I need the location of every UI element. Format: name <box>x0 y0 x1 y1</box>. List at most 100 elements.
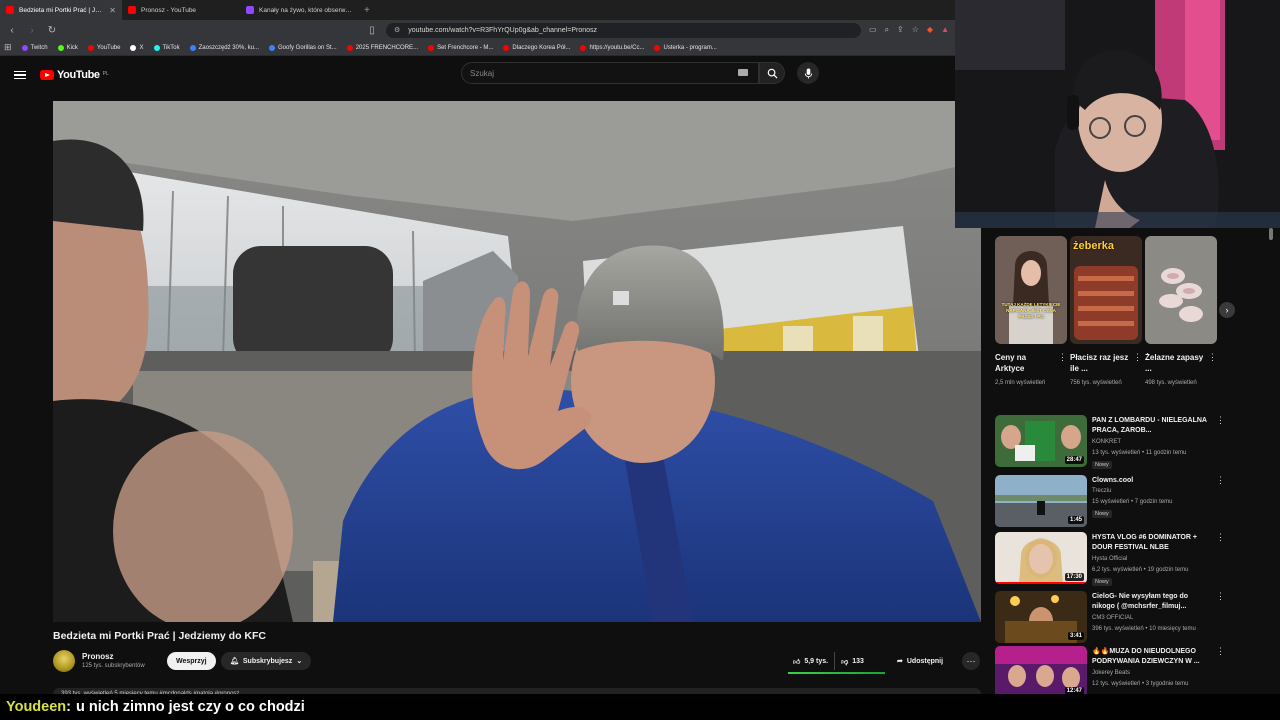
bookmark-item[interactable]: Set Frenchcore - M... <box>428 44 493 51</box>
channel-name[interactable]: Trecziu <box>1092 488 1111 494</box>
share-icon[interactable]: ⇪ <box>897 25 904 35</box>
video-title[interactable]: CieloG- Nie wysyłam tego do nikogo ( @mc… <box>1092 592 1210 612</box>
short-thumbnail[interactable]: TUTAJ KAŻDE LETYKIECIE NAPISANA JEST CEN… <box>995 236 1067 344</box>
recommended-video[interactable]: 17:30 HYSTA VLOG #6 DOMINATOR + DOUR FES… <box>995 532 1225 588</box>
search-input[interactable]: Szukaj <box>461 62 759 84</box>
youtube-logo[interactable]: YouTube PL <box>40 69 109 81</box>
short-card[interactable]: Żelazne zapasy ... 498 tys. wyświetleń ⋮ <box>1145 236 1217 386</box>
video-meta: 15 wyświetleń • 7 godzin temu <box>1092 499 1173 505</box>
reload-icon[interactable]: ↻ <box>46 25 58 36</box>
hamburger-menu-icon[interactable] <box>14 70 26 80</box>
address-bar[interactable]: ⚙ youtube.com/watch?v=R3FhYrQUp0g&ab_cha… <box>386 22 861 38</box>
apps-grid-icon[interactable]: ⊞ <box>4 42 12 53</box>
channel-avatar[interactable] <box>53 650 75 672</box>
dislike-button[interactable]: 👎︎ 133 <box>835 652 870 670</box>
video-title[interactable]: Clowns.cool <box>1092 476 1210 486</box>
voice-search-button[interactable] <box>797 62 819 84</box>
short-card[interactable]: żeberka Płacisz raz jesz ile ... 756 tys… <box>1070 236 1142 386</box>
brave-shield-icon[interactable]: ◆ <box>927 25 933 35</box>
more-options-icon[interactable]: ⋮ <box>1216 532 1225 543</box>
recommended-video[interactable]: 3:41 CieloG- Nie wysyłam tego do nikogo … <box>995 591 1225 647</box>
new-badge: Nowy <box>1092 578 1112 586</box>
short-thumbnail[interactable]: żeberka <box>1070 236 1142 344</box>
video-title[interactable]: HYSTA VLOG #6 DOMINATOR + DOUR FESTIVAL … <box>1092 533 1210 553</box>
bookmark-youtube[interactable]: YouTube <box>87 44 120 51</box>
short-title[interactable]: Płacisz raz jesz ile ... <box>1070 352 1132 374</box>
bookmark-item[interactable]: Usterka - program... <box>654 44 717 51</box>
search-button[interactable] <box>759 62 785 84</box>
bookmark-icon[interactable]: ▯ <box>366 25 378 36</box>
recommended-video[interactable]: 28:47 PAN Z LOMBARDU - NIELEGALNA PRACA,… <box>995 415 1225 471</box>
forward-arrow-icon[interactable]: › <box>26 25 38 36</box>
video-player[interactable] <box>53 101 981 622</box>
cast-icon[interactable]: ▭ <box>869 25 877 35</box>
tab-pronosz[interactable]: Pronosz - YouTube <box>122 0 240 20</box>
short-title[interactable]: Żelazne zapasy ... <box>1145 352 1207 374</box>
more-options-icon[interactable]: ⋮ <box>1058 352 1067 363</box>
bookmark-kick[interactable]: Kick <box>57 44 78 51</box>
star-icon[interactable]: ☆ <box>912 25 919 35</box>
tab-active[interactable]: Bedzieta mi Portki Prać | Jedzi... ✕ <box>0 0 122 20</box>
video-duration: 3:41 <box>1067 632 1084 640</box>
short-title[interactable]: Ceny na Arktyce <box>995 352 1057 374</box>
bookmark-x[interactable]: X <box>130 44 144 51</box>
address-toolbar: ‹ › ↻ ▯ ⚙ youtube.com/watch?v=R3FhYrQUp0… <box>0 20 955 40</box>
bookmark-item[interactable]: Goofy Gorillas on St... <box>269 44 337 51</box>
bookmark-twitch[interactable]: Twitch <box>21 44 48 51</box>
like-button[interactable]: 👍︎ 5,9 tys. <box>787 652 836 670</box>
video-thumbnail[interactable]: 12:47 <box>995 646 1087 698</box>
bookmark-tiktok[interactable]: TikTok <box>153 44 180 51</box>
subscribed-button[interactable]: 🔔︎ Subskrybujesz ⌄ <box>221 652 312 670</box>
video-duration: 1:45 <box>1067 516 1084 524</box>
channel-name[interactable]: CM3 OFFICIAL <box>1092 615 1133 621</box>
tab-twitch-following[interactable]: Kanały na żywo, które obserwujesz - <box>240 0 358 20</box>
rewards-icon[interactable]: ▲ <box>941 25 949 35</box>
shorts-next-button[interactable]: › <box>1219 302 1235 318</box>
youtube-favicon-icon <box>128 6 136 14</box>
youtube-icon <box>580 44 587 51</box>
sidebar-scrollbar[interactable] <box>1268 228 1274 700</box>
youtube-icon <box>346 44 353 51</box>
channel-name[interactable]: Hysta Official <box>1092 556 1127 562</box>
short-card[interactable]: TUTAJ KAŻDE LETYKIECIE NAPISANA JEST CEN… <box>995 236 1067 386</box>
chevron-right-icon: › <box>1225 305 1229 315</box>
video-thumbnail[interactable]: 17:30 <box>995 532 1087 584</box>
more-options-button[interactable]: ⋯ <box>962 652 980 670</box>
new-tab-button[interactable]: + <box>358 5 376 16</box>
bookmark-item[interactable]: Zaoszczędź 30%, ku... <box>189 44 259 51</box>
close-tab-icon[interactable]: ✕ <box>109 6 116 15</box>
like-dislike-group: 👍︎ 5,9 tys. 👎︎ 133 <box>787 652 885 674</box>
zoom-icon[interactable]: ⌕ <box>885 25 889 35</box>
video-title[interactable]: PAN Z LOMBARDU - NIELEGALNA PRACA, ZAROB… <box>1092 416 1210 436</box>
site-info-icon[interactable]: ⚙ <box>394 26 400 34</box>
back-arrow-icon[interactable]: ‹ <box>6 25 18 36</box>
video-thumbnail[interactable]: 3:41 <box>995 591 1087 643</box>
more-options-icon[interactable]: ⋮ <box>1216 475 1225 486</box>
share-button[interactable]: ➦ Udostępnij <box>893 652 947 670</box>
more-options-icon[interactable]: ⋮ <box>1216 646 1225 657</box>
support-button[interactable]: Wesprzyj <box>167 652 216 670</box>
short-views: 756 tys. wyświetleń <box>1070 380 1122 386</box>
more-options-icon[interactable]: ⋮ <box>1133 352 1142 363</box>
bookmark-item[interactable]: 2025 FRENCHCORE... <box>346 44 418 51</box>
short-thumbnail[interactable] <box>1145 236 1217 344</box>
video-title[interactable]: 🔥🔥MUZA DO NIEUDOLNEGO PODRYWANIA DZIEWCZ… <box>1092 647 1210 667</box>
recommended-video[interactable]: 1:45 Clowns.cool Trecziu 15 wyświetleń •… <box>995 475 1225 531</box>
checkmark-icon <box>269 44 275 51</box>
video-thumbnail[interactable]: 1:45 <box>995 475 1087 527</box>
bookmark-item[interactable]: Dlaczego Korea Pół... <box>503 44 570 51</box>
keyboard-icon[interactable] <box>738 69 748 76</box>
video-meta: 396 tys. wyświetleń • 10 miesięcy temu <box>1092 626 1196 632</box>
channel-name[interactable]: Jokerey Beats <box>1092 670 1130 676</box>
video-thumbnail[interactable]: 28:47 <box>995 415 1087 467</box>
video-duration: 28:47 <box>1064 456 1084 464</box>
more-options-icon[interactable]: ⋮ <box>1216 591 1225 602</box>
bookmark-item[interactable]: https://youtu.be/Cc... <box>580 44 644 51</box>
more-options-icon[interactable]: ⋮ <box>1208 352 1217 363</box>
channel-name[interactable]: KONKRET <box>1092 439 1121 445</box>
share-arrow-icon: ➦ <box>897 658 903 665</box>
thumbs-up-icon: 👍︎ <box>793 658 801 666</box>
scrollbar-thumb[interactable] <box>1269 228 1273 240</box>
channel-name[interactable]: Pronosz <box>82 652 114 661</box>
more-options-icon[interactable]: ⋮ <box>1216 415 1225 426</box>
